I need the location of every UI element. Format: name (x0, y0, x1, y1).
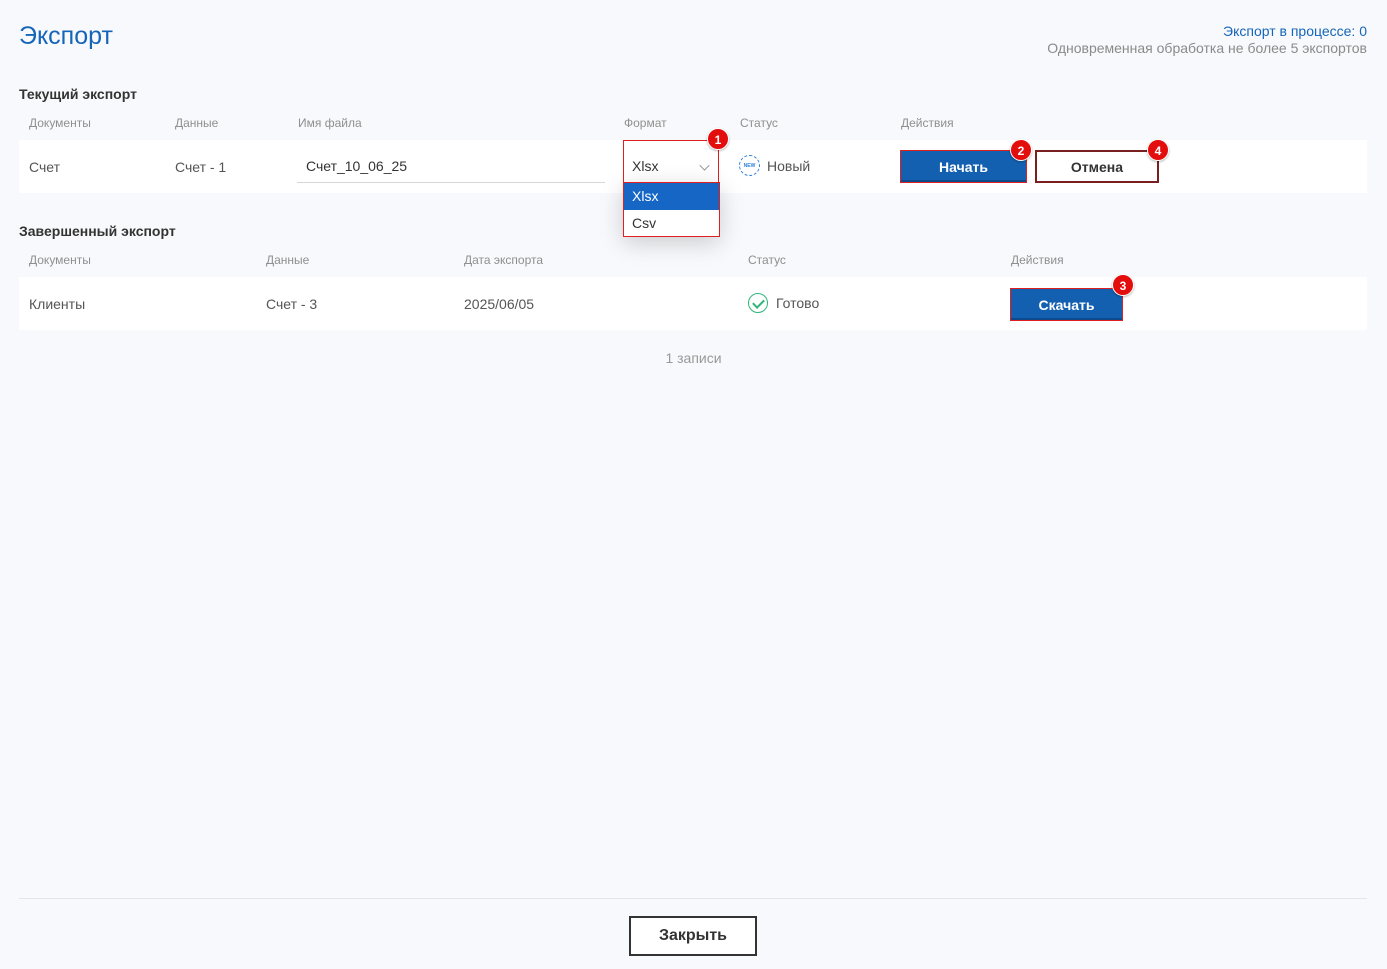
footer-divider (19, 898, 1367, 899)
col-header-data-completed: Данные (266, 253, 310, 267)
record-count: 1 записи (665, 350, 722, 366)
col-header-filename: Имя файла (298, 116, 362, 130)
row-document: Счет (29, 159, 60, 175)
col-header-status: Статус (740, 116, 778, 130)
row-data-completed: Счет - 3 (266, 296, 318, 312)
close-button[interactable]: Закрыть (629, 916, 757, 956)
status-new-label: Новый (767, 157, 811, 174)
col-header-data: Данные (175, 116, 219, 130)
status-done-label: Готово (776, 295, 820, 311)
col-header-documents: Документы (29, 116, 91, 130)
col-header-status-completed: Статус (748, 253, 786, 267)
row-document-completed: Клиенты (29, 296, 86, 312)
format-dropdown: Xlsx Csv (623, 182, 720, 237)
col-header-export-date: Дата экспорта (464, 253, 544, 267)
col-header-actions: Действия (901, 116, 954, 130)
step-badge-3: 3 (1112, 274, 1134, 296)
export-in-progress: Экспорт в процессе: 0 (1223, 23, 1367, 39)
completed-export-title: Завершенный экспорт (19, 223, 176, 239)
col-header-actions-completed: Действия (1011, 253, 1064, 267)
status-new: NEW Новый (739, 155, 810, 176)
step-badge-1: 1 (707, 128, 729, 150)
new-status-icon: NEW (739, 155, 760, 176)
status-done: Готово (748, 293, 819, 313)
current-export-title: Текущий экспорт (19, 86, 137, 102)
format-select[interactable]: Xlsx (623, 140, 719, 184)
export-info: Экспорт в процессе: 0 Одновременная обра… (1047, 23, 1367, 57)
export-limit-note: Одновременная обработка не более 5 экспо… (1047, 40, 1367, 56)
col-header-documents-completed: Документы (29, 253, 91, 267)
row-data: Счет - 1 (175, 159, 227, 175)
chevron-down-icon (699, 160, 710, 171)
step-badge-4: 4 (1147, 139, 1169, 161)
row-export-date: 2025/06/05 (464, 296, 535, 312)
step-badge-2: 2 (1010, 139, 1032, 161)
format-option-xlsx[interactable]: Xlsx (624, 183, 719, 210)
start-button[interactable]: Начать (900, 150, 1027, 183)
format-select-value: Xlsx (632, 158, 659, 174)
page-title: Экспорт (19, 22, 113, 50)
cancel-button[interactable]: Отмена (1035, 150, 1159, 183)
download-button[interactable]: Скачать (1010, 288, 1123, 321)
completed-export-row: Клиенты Счет - 3 2025/06/05 Готово Скача… (19, 277, 1367, 330)
format-option-csv[interactable]: Csv (624, 210, 719, 237)
col-header-format: Формат (624, 116, 667, 130)
filename-input[interactable] (297, 150, 605, 183)
check-circle-icon (748, 293, 768, 313)
